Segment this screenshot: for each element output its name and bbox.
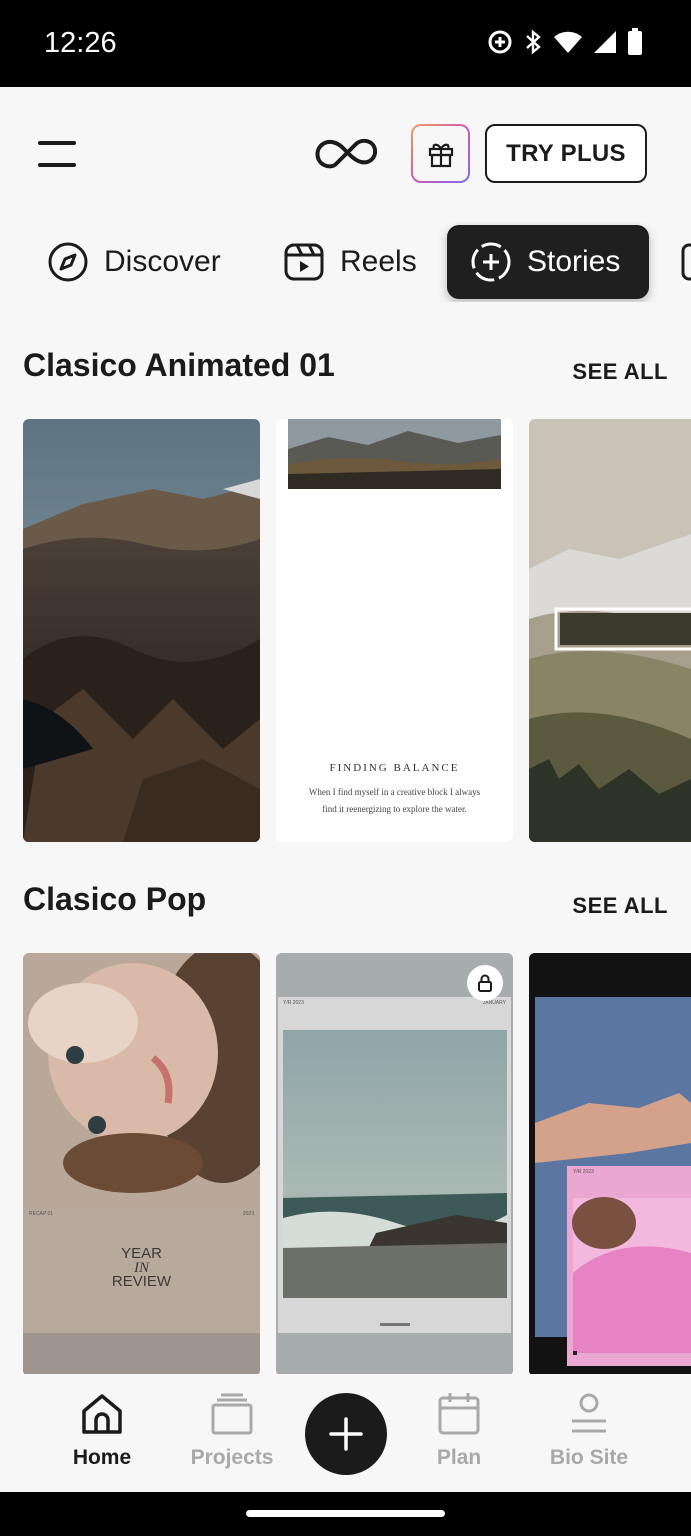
nav-label: Plan [436,1446,482,1469]
nav-home[interactable]: Home [42,1390,162,1470]
portrait-image [23,953,260,1376]
category-tabs: Discover Reels Stories [0,222,691,302]
top-bar: TRY PLUS [0,87,691,217]
card-small-text: RECAP 01 [29,1211,54,1217]
reels-icon [282,240,326,284]
gesture-bar [0,1492,691,1536]
wifi-icon [554,31,582,53]
status-bar: 12:26 [0,0,691,87]
home-icon [78,1390,126,1438]
year-text: REVIEW [111,1273,172,1290]
app-logo [315,138,378,169]
nav-plan[interactable]: Plan [399,1390,519,1470]
ocean-frame-image [276,953,513,1376]
story-body-line: When I find myself in a creative block I… [308,787,481,797]
plus-icon [329,1417,363,1451]
cell-signal-icon [594,31,616,53]
compass-icon [46,240,90,284]
nav-label: Home [72,1446,132,1469]
projects-icon [208,1390,256,1438]
status-icons [487,28,643,56]
tab-label: Stories [527,245,621,278]
nav-bio-site[interactable]: Bio Site [529,1390,649,1470]
template-card[interactable] [23,419,260,842]
try-plus-button[interactable]: TRY PLUS [485,124,647,183]
menu-icon[interactable] [38,139,78,169]
story-heading: FINDING BALANCE [329,762,460,774]
story-body-line: find it reenergizing to explore the wate… [322,804,467,814]
see-all-link[interactable]: SEE ALL [572,893,668,919]
status-time: 12:26 [44,27,117,59]
tab-discover[interactable]: Discover [46,225,221,299]
tab-label: Discover [104,245,221,278]
foggy-valley-image [529,419,691,842]
mountain-banner-image [288,419,501,489]
template-card[interactable] [529,419,691,842]
calendar-icon [435,1390,483,1438]
bluetooth-icon [526,29,541,55]
lock-badge [467,965,503,1001]
template-card[interactable]: Y/R 2023 [529,953,691,1376]
pink-hoodie-image [529,953,691,1376]
gift-icon [428,143,453,167]
card-small-text: 2023 [242,1211,254,1217]
tab-partial-icon [681,243,691,281]
home-indicator[interactable] [246,1510,445,1517]
card-small-text: Y/R 2023 [573,1169,594,1175]
nav-label: Bio Site [549,1446,629,1469]
mountain-landscape-image [23,419,260,842]
nav-projects[interactable]: Projects [172,1390,292,1470]
profile-icon [565,1390,613,1438]
tab-label: Reels [340,245,417,278]
stories-icon [469,240,513,284]
battery-icon [628,28,642,55]
nav-label: Projects [190,1446,274,1469]
template-card[interactable]: Y/R 2023 JANUARY [276,953,513,1376]
section-title: Clasico Animated 01 [23,347,335,383]
lock-icon [478,974,492,992]
template-card[interactable]: FINDING BALANCE When I find myself in a … [276,419,513,842]
see-all-link[interactable]: SEE ALL [572,359,668,385]
data-saver-icon [488,30,512,54]
bottom-navigation: Home Projects Plan Bio Site [0,1374,691,1492]
tab-stories[interactable]: Stories [447,225,649,299]
tab-reels[interactable]: Reels [282,225,417,299]
template-card[interactable]: RECAP 01 2023 YEAR IN REVIEW [23,953,260,1376]
card-small-text: Y/R 2023 [283,1000,304,1006]
section-title: Clasico Pop [23,881,207,917]
gift-button[interactable] [411,124,470,183]
create-button[interactable] [305,1393,387,1475]
tab-more[interactable] [680,225,691,299]
